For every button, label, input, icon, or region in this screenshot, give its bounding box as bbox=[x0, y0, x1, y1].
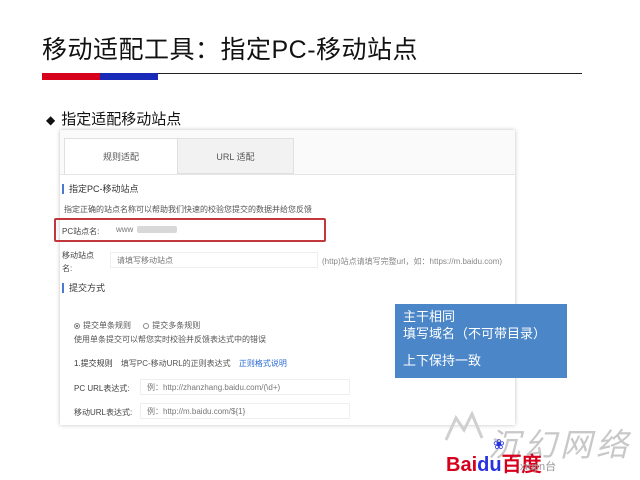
section1-desc: 指定正确的站点名称可以帮助我们快速的校验您提交的数据并给您反馈 bbox=[64, 205, 312, 214]
tab-url-adapt[interactable]: URL 适配 bbox=[178, 138, 294, 174]
mobile-site-label-line1: 移动站点 bbox=[62, 251, 94, 260]
radio-group: 提交单条规则 提交多条规则 bbox=[74, 320, 200, 331]
callout-line1: 主干相同 bbox=[403, 309, 456, 324]
title-bar-blue bbox=[100, 73, 158, 80]
mobile-site-label-line2: 名: bbox=[62, 264, 73, 273]
mobile-site-hint: (http)站点请填写完整url，如：https://m.baidu.com) bbox=[322, 257, 503, 266]
tab-rule-adapt[interactable]: 规则适配 bbox=[64, 138, 178, 174]
baidu-logo-bai: Bai bbox=[446, 454, 478, 476]
diamond-bullet-icon: ◆ bbox=[46, 113, 56, 127]
callout-line2: 填写域名（不可带目录） bbox=[403, 326, 547, 341]
mobile-regex-label: 移动URL表达式: bbox=[74, 408, 133, 417]
step-row: 1.提交规则 填写PC-移动URL的正则表达式 正则格式说明 bbox=[74, 358, 287, 369]
radio-multi-dot bbox=[143, 322, 150, 329]
radio-single-dot bbox=[74, 322, 80, 329]
submit-desc: 使用单条提交可以帮您实时校验并反馈表达式中的错误 bbox=[74, 335, 266, 344]
watermark-url: xiujin台 bbox=[520, 461, 557, 473]
section-heading-text: 指定适配移动站点 bbox=[61, 111, 182, 128]
bird-watermark-icon bbox=[444, 410, 484, 441]
pc-site-input[interactable]: www bbox=[110, 222, 310, 238]
title-bar-red bbox=[42, 73, 100, 80]
baidu-logo-du: du bbox=[477, 454, 502, 476]
radio-multi-label: 提交多条规则 bbox=[152, 321, 201, 330]
radio-single[interactable]: 提交单条规则 bbox=[74, 321, 131, 330]
screenshot-panel: 规则适配 URL 适配 指定PC-移动站点 指定正确的站点名称可以帮助我们快速的… bbox=[54, 130, 515, 425]
tab-bar: 规则适配 URL 适配 bbox=[60, 130, 515, 175]
pc-regex-label: PC URL表达式: bbox=[74, 384, 130, 393]
mobile-regex-input[interactable]: 例：http://m.baidu.com/${1} bbox=[140, 403, 350, 419]
radio-multi[interactable]: 提交多条规则 bbox=[143, 321, 200, 330]
callout-box: 主干相同 填写域名（不可带目录） 上下保持一致 bbox=[395, 304, 567, 378]
pc-regex-input[interactable]: 例：http://zhanzhang.baidu.com/(\d+) bbox=[140, 379, 350, 395]
blurred-text bbox=[137, 226, 178, 234]
step-desc: 填写PC-移动URL的正则表达式 bbox=[120, 359, 231, 368]
section1-title: 指定PC-移动站点 bbox=[62, 184, 139, 194]
step-label: 1.提交规则 bbox=[74, 359, 113, 368]
section2-title: 提交方式 bbox=[62, 283, 105, 293]
pc-site-value: www bbox=[116, 225, 134, 234]
callout-line3: 上下保持一致 bbox=[403, 353, 482, 368]
radio-single-label: 提交单条规则 bbox=[83, 321, 131, 330]
paw-icon: ❀ bbox=[493, 436, 505, 452]
pc-site-label: PC站点名: bbox=[62, 227, 100, 236]
section-heading: ◆ 指定适配移动站点 bbox=[46, 108, 181, 129]
slide-title: 移动适配工具：指定PC-移动站点 bbox=[42, 36, 419, 64]
regex-help-link[interactable]: 正则格式说明 bbox=[239, 359, 287, 368]
mobile-site-input[interactable]: 请填写移动站点 bbox=[110, 252, 318, 268]
